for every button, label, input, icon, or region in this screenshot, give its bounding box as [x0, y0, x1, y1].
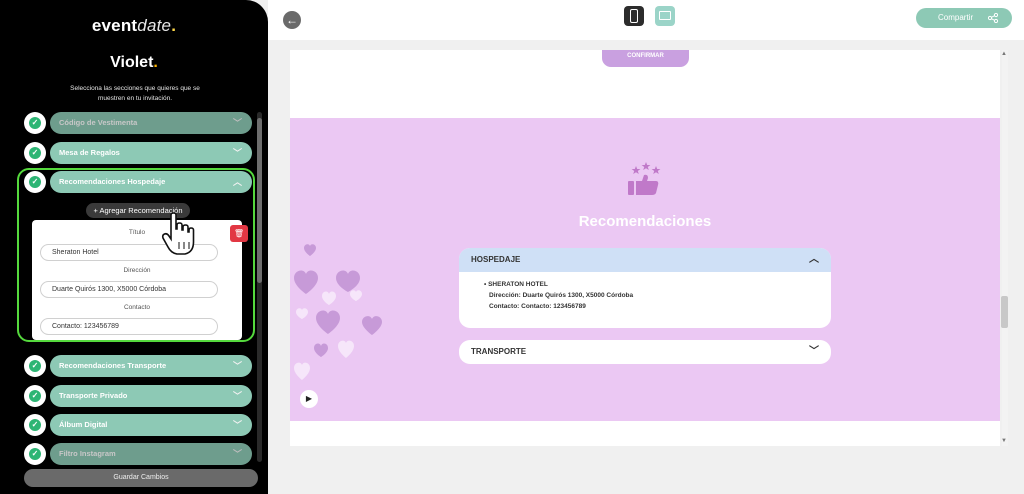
section-row-filtro-instagram[interactable]: ✓ Filtro Instagram ﹀ [24, 443, 252, 465]
scroll-up-icon[interactable]: ▲ [1001, 51, 1007, 57]
brand-text-date: date [137, 16, 172, 35]
chevron-down-icon[interactable]: ﹀ [233, 443, 242, 465]
contact-label: Contacto [123, 304, 151, 311]
section-label: Álbum Digital [59, 420, 108, 429]
section-row-hospedaje[interactable]: ✓ Recomendaciones Hospedaje ︿ [24, 171, 252, 193]
address-input[interactable]: Duarte Quirós 1300, X5000 Córdoba [40, 281, 218, 298]
contact-input[interactable]: Contacto: 123456789 [40, 318, 218, 335]
section-pill[interactable]: Mesa de Regalos ﹀ [50, 142, 252, 164]
section-label: Transporte Privado [59, 391, 128, 400]
scroll-down-icon[interactable]: ▼ [1001, 438, 1007, 444]
hearts-decoration-icon [294, 244, 382, 380]
sidebar: eventdate. Violet. Selecciona las seccio… [0, 0, 268, 494]
accordion-label: TRANSPORTE [471, 347, 527, 356]
share-label: Compartir [938, 13, 974, 22]
section-pill[interactable]: Filtro Instagram ﹀ [50, 443, 252, 465]
check-icon[interactable]: ✓ [24, 414, 46, 436]
event-name: Violet. [0, 54, 268, 72]
brand-logo: eventdate. [0, 16, 268, 36]
mobile-view-icon[interactable] [624, 6, 644, 26]
section-pill[interactable]: Código de Vestimenta ﹀ [50, 112, 252, 134]
share-button[interactable]: Compartir [916, 8, 1012, 28]
section-label: Código de Vestimenta [59, 118, 138, 127]
chevron-down-icon[interactable]: ﹀ [233, 414, 242, 436]
preview-scrollbar-thumb[interactable] [1001, 296, 1008, 328]
confirm-button[interactable]: CONFIRMAR [602, 50, 689, 67]
chevron-up-icon[interactable]: ︿ [233, 171, 242, 193]
preview-bottom-section [290, 421, 1000, 446]
instructions-text: Selecciona las secciones que quieres que… [70, 85, 200, 102]
section-row-codigo-vestimenta[interactable]: ✓ Código de Vestimenta ﹀ [24, 112, 252, 134]
desktop-view-icon[interactable] [655, 6, 675, 26]
event-name-dot: . [153, 54, 158, 71]
hotel-contact: Contacto: Contacto: 123456789 [489, 303, 586, 310]
check-icon[interactable]: ✓ [24, 142, 46, 164]
section-pill[interactable]: Transporte Privado ﹀ [50, 385, 252, 407]
accordion-hospedaje: HOSPEDAJE ︿ • SHERATON HOTEL Dirección: … [459, 248, 831, 328]
sidebar-scrollbar-thumb[interactable] [257, 118, 262, 283]
title-label: Título [128, 229, 146, 236]
section-row-transporte-privado[interactable]: ✓ Transporte Privado ﹀ [24, 385, 252, 407]
check-icon[interactable]: ✓ [24, 385, 46, 407]
check-icon[interactable]: ✓ [24, 112, 46, 134]
share-icon [988, 13, 998, 23]
section-label: Recomendaciones Transporte [59, 361, 167, 370]
preview-scrollbar-track[interactable] [1002, 50, 1008, 446]
save-changes-button[interactable]: Guardar Cambios [24, 469, 258, 487]
chevron-down-icon[interactable]: ﹀ [233, 112, 242, 134]
hotel-name: • SHERATON HOTEL [484, 281, 548, 288]
address-label: Dirección [123, 267, 151, 274]
section-row-album-digital[interactable]: ✓ Álbum Digital ﹀ [24, 414, 252, 436]
event-name-text: Violet [110, 54, 154, 71]
check-icon[interactable]: ✓ [24, 443, 46, 465]
accordion-header-hospedaje[interactable]: HOSPEDAJE ︿ [459, 248, 831, 272]
check-icon[interactable]: ✓ [24, 171, 46, 193]
hand-cursor-icon [161, 212, 195, 255]
section-pill[interactable]: Álbum Digital ﹀ [50, 414, 252, 436]
brand-text-event: event [91, 16, 138, 35]
hotel-address: Dirección: Duarte Quirós 1300, X5000 Cór… [489, 292, 634, 299]
play-icon[interactable]: ▶ [300, 390, 318, 408]
accordion-label: HOSPEDAJE [471, 255, 521, 264]
section-pill[interactable]: Recomendaciones Transporte ﹀ [50, 355, 252, 377]
section-label: Mesa de Regalos [59, 148, 120, 157]
section-row-mesa-regalos[interactable]: ✓ Mesa de Regalos ﹀ [24, 142, 252, 164]
accordion-body: • SHERATON HOTEL Dirección: Duarte Quiró… [484, 279, 633, 312]
recommendation-card: Título Sheraton Hotel Dirección Duarte Q… [32, 220, 242, 340]
recommendations-title: Recomendaciones [578, 213, 712, 230]
delete-trash-icon[interactable]: 🗑 [230, 225, 248, 242]
section-label: Filtro Instagram [59, 449, 116, 458]
section-row-recomendaciones-transporte[interactable]: ✓ Recomendaciones Transporte ﹀ [24, 355, 252, 377]
chevron-down-icon[interactable]: ﹀ [809, 340, 819, 364]
section-pill[interactable]: Recomendaciones Hospedaje ︿ [50, 171, 252, 193]
brand-dot: . [171, 16, 177, 35]
back-arrow-icon[interactable]: ← [283, 11, 301, 29]
chevron-down-icon[interactable]: ﹀ [233, 142, 242, 164]
check-icon[interactable]: ✓ [24, 355, 46, 377]
thumbs-up-icon [628, 162, 661, 195]
chevron-down-icon[interactable]: ﹀ [233, 385, 242, 407]
chevron-up-icon[interactable]: ︿ [809, 248, 819, 272]
top-bar [268, 0, 1024, 40]
chevron-down-icon[interactable]: ﹀ [233, 355, 242, 377]
section-label: Recomendaciones Hospedaje [59, 177, 166, 186]
accordion-transporte[interactable]: TRANSPORTE ﹀ [459, 340, 831, 364]
